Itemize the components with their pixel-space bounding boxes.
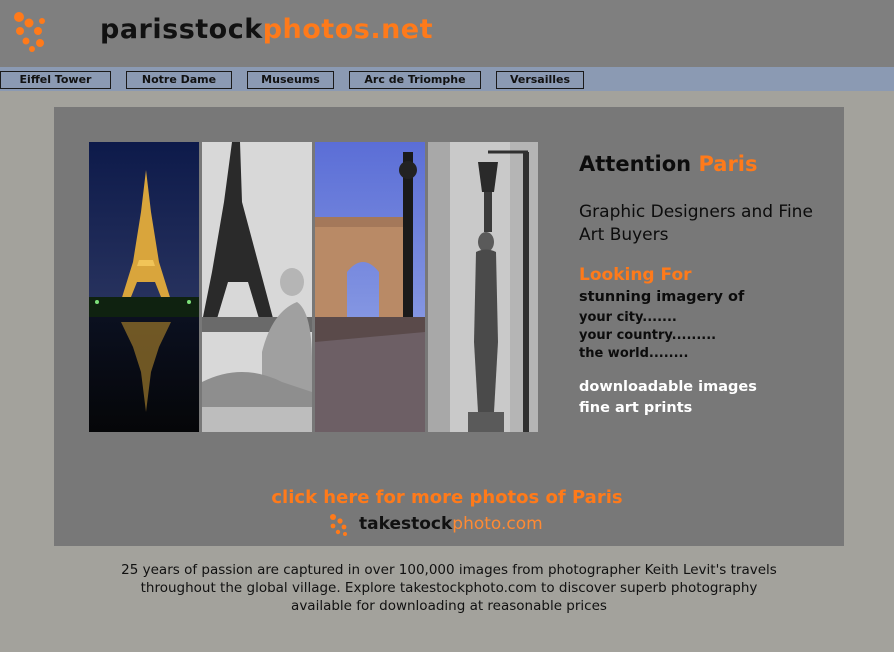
downloadable-images-text: downloadable images (579, 379, 757, 395)
photo-eiffel-statue[interactable] (202, 142, 312, 432)
more-photos-link[interactable]: click here for more photos of Paris (0, 487, 894, 508)
takestock-brand-link[interactable]: takestockphoto.com (359, 514, 543, 534)
attention-text: Attention (579, 152, 692, 176)
site-title-part1: parisstock (100, 14, 263, 45)
your-country-text: your country......... (579, 328, 717, 343)
photo-arc-de-triomphe[interactable] (315, 142, 425, 432)
attention-heading: Attention Paris (579, 152, 758, 176)
your-city-text: your city....... (579, 310, 677, 325)
footer-description: 25 years of passion are captured in over… (121, 562, 777, 614)
nav-item-notre-dame[interactable]: Notre Dame (126, 71, 232, 89)
nav-item-versailles[interactable]: Versailles (496, 71, 584, 89)
site-header: parisstockphotos.net (0, 0, 894, 67)
nav-item-museums[interactable]: Museums (247, 71, 334, 89)
site-title[interactable]: parisstockphotos.net (100, 14, 433, 45)
the-world-text: the world........ (579, 346, 689, 361)
orange-dots-logo-icon (14, 12, 45, 52)
photo-eiffel-night[interactable] (89, 142, 199, 432)
nav-item-arc-de-triomphe[interactable]: Arc de Triomphe (349, 71, 481, 89)
looking-for-heading: Looking For (579, 265, 692, 285)
takestock-brand-part2: photo.com (452, 514, 543, 534)
nav-bar: Eiffel Tower Notre Dame Museums Arc de T… (0, 67, 894, 91)
photo-lamp-statue[interactable] (428, 142, 538, 432)
stunning-text: stunning imagery of (579, 289, 745, 305)
takestock-logo-icon (330, 514, 347, 536)
takestock-brand-part1: takestock (359, 514, 453, 534)
nav-item-eiffel-tower[interactable]: Eiffel Tower (0, 71, 111, 89)
fine-art-prints-text: fine art prints (579, 400, 693, 416)
audience-text: Graphic Designers and Fine Art Buyers (579, 202, 813, 245)
site-title-part2: photos.net (262, 14, 434, 45)
attention-city: Paris (698, 152, 758, 176)
